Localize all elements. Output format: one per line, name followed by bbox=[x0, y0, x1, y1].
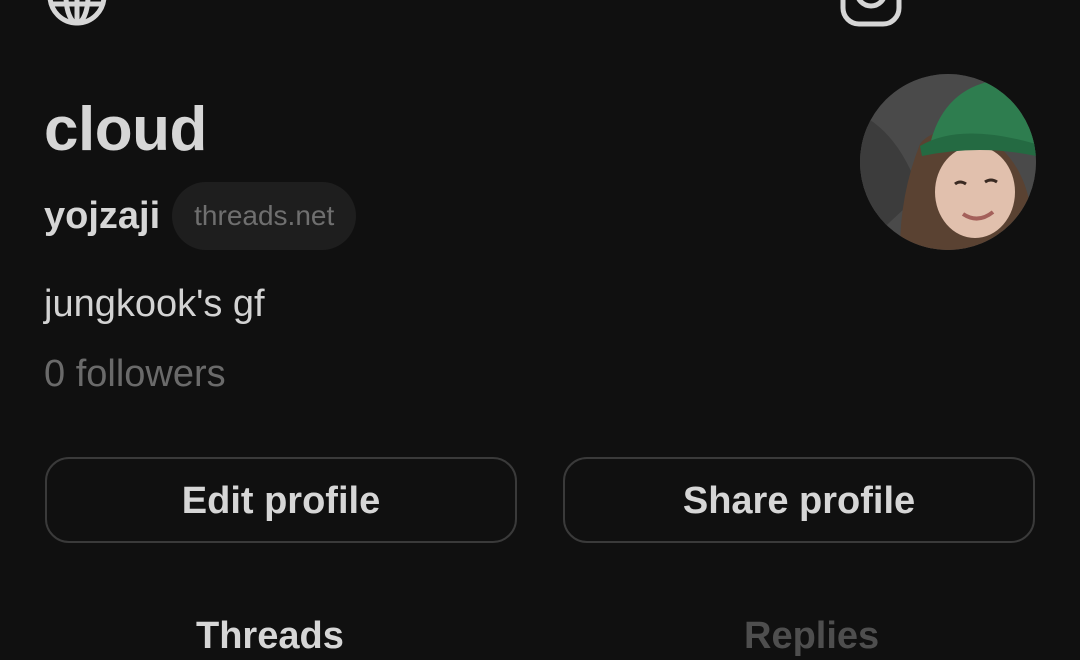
share-profile-button[interactable]: Share profile bbox=[563, 457, 1035, 543]
instagram-icon[interactable] bbox=[840, 0, 902, 28]
username-row: yojzaji threads.net bbox=[44, 182, 357, 250]
domain-badge[interactable]: threads.net bbox=[172, 182, 357, 250]
tab-threads[interactable]: Threads bbox=[196, 614, 344, 660]
profile-display-name: cloud bbox=[44, 95, 207, 164]
followers-count[interactable]: 0 followers bbox=[44, 352, 226, 398]
menu-icon[interactable] bbox=[994, 0, 1032, 14]
profile-username: yojzaji bbox=[44, 194, 161, 237]
edit-profile-button[interactable]: Edit profile bbox=[45, 457, 517, 543]
tab-replies[interactable]: Replies bbox=[744, 614, 879, 660]
avatar[interactable] bbox=[860, 74, 1036, 250]
profile-bio: jungkook's gf bbox=[44, 283, 265, 325]
avatar-image bbox=[860, 74, 1036, 250]
globe-icon[interactable] bbox=[46, 0, 108, 28]
